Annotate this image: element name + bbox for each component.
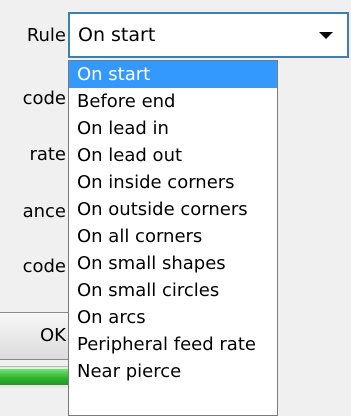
ok-button[interactable]: OK [0, 312, 78, 360]
rate-label: rate [29, 144, 66, 165]
dropdown-option-peripheral-feed-rate[interactable]: Peripheral feed rate [69, 331, 277, 358]
dropdown-option-on-all-corners[interactable]: On all corners [69, 223, 277, 250]
progress-bar [0, 366, 70, 388]
dropdown-option-on-outside-corners[interactable]: On outside corners [69, 196, 277, 223]
dropdown-option-on-small-shapes[interactable]: On small shapes [69, 250, 277, 277]
code-label: code [22, 88, 66, 109]
dialog: Rule code rate ance code On start OK On … [0, 0, 351, 416]
dropdown-option-on-inside-corners[interactable]: On inside corners [69, 169, 277, 196]
distance-label: ance [22, 201, 66, 222]
rule-select[interactable]: On start [68, 12, 349, 58]
dropdown-option-on-lead-out[interactable]: On lead out [69, 142, 277, 169]
code-label-2: code [22, 256, 66, 277]
dropdown-option-on-start[interactable]: On start [69, 61, 277, 88]
progress-fill [0, 369, 70, 385]
dropdown-option-on-small-circles[interactable]: On small circles [69, 277, 277, 304]
dropdown-option-near-pierce[interactable]: Near pierce [69, 358, 277, 385]
rule-label: Rule [26, 25, 66, 46]
rule-select-value: On start [78, 24, 156, 46]
dropdown-option-before-end[interactable]: Before end [69, 88, 277, 115]
rule-dropdown-list[interactable]: On start Before end On lead in On lead o… [68, 60, 278, 416]
dropdown-option-on-arcs[interactable]: On arcs [69, 304, 277, 331]
dropdown-option-on-lead-in[interactable]: On lead in [69, 115, 277, 142]
ok-button-label: OK [40, 325, 66, 346]
chevron-down-icon[interactable] [319, 32, 333, 39]
